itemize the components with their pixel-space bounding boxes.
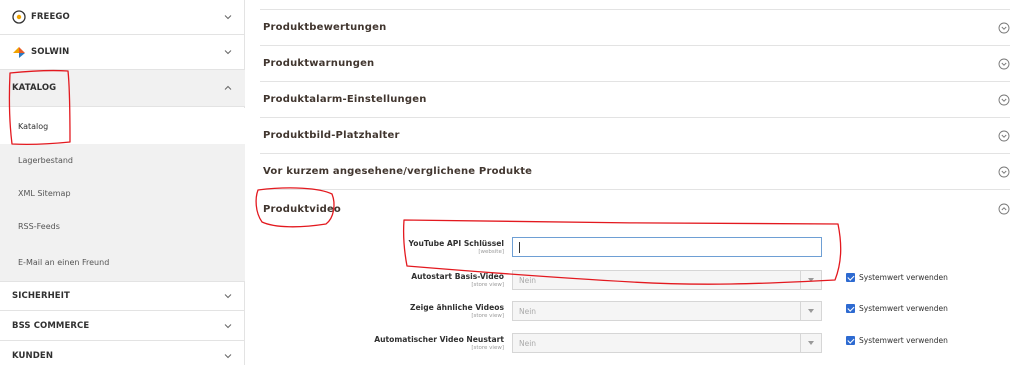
field-scope: [store view] [471,345,504,351]
sidebar-section-label: BSS COMMERCE [12,320,90,331]
sidebar-section-label: SOLWIN [31,47,70,57]
group-produktbewertungen[interactable]: Produktbewertungen [260,10,1010,46]
group-produktbild-platzhalter[interactable]: Produktbild-Platzhalter [260,118,1010,154]
field-label-text: Zeige ähnliche Videos [409,303,504,312]
field-automatischer-video-neustart: Automatischer Video Neustart [store view… [245,333,1024,363]
field-label-text: YouTube API Schlüssel [408,239,505,248]
collapse-circle-icon[interactable] [998,203,1010,215]
sidebar-section-label: KUNDEN [12,350,54,361]
use-system-value-checkbox[interactable]: Systemwert verwenden [846,304,948,313]
chevron-down-icon [224,294,232,299]
autostart-basis-video-select[interactable]: Nein [512,270,822,290]
sidebar-section-label: SICHERHEIT [12,291,70,301]
sidebar-section-freego[interactable]: FREEGO [0,0,245,35]
group-title: Produktvideo [263,203,341,215]
sidebar-section-freego-title: FREEGO [12,10,70,24]
chevron-down-icon [224,50,232,55]
group-produktwarnungen[interactable]: Produktwarnungen [260,46,1010,82]
sidebar-section-kunden[interactable]: KUNDEN [0,341,245,365]
sidebar-item-email-friend[interactable]: E-Mail an einen Freund [0,243,245,281]
field-label: Zeige ähnliche Videos [store view] [410,303,504,319]
select-divider [800,271,801,289]
automatischer-video-neustart-select[interactable]: Nein [512,333,822,353]
group-produktalarm-einstellungen[interactable]: Produktalarm-Einstellungen [260,82,1010,118]
select-divider [800,302,801,320]
chevron-down-icon [224,15,232,20]
sidebar-section-solwin[interactable]: SOLWIN [0,35,245,70]
expand-circle-icon[interactable] [998,94,1010,106]
chevron-down-icon [224,323,232,328]
freego-logo-icon [12,10,26,24]
field-scope: [store view] [471,313,504,319]
group-vor-kurzem-angesehene[interactable]: Vor kurzem angesehene/verglichene Produk… [260,154,1010,190]
chevron-down-icon [224,353,232,358]
select-divider [800,334,801,352]
group-title: Produktbild-Platzhalter [263,130,400,141]
sidebar-section-sicherheit[interactable]: SICHERHEIT [0,281,245,311]
admin-sidebar: FREEGO SOLWIN KATALOG Katalog Lagerbesta… [0,0,245,365]
sidebar-section-label: KATALOG [12,83,57,93]
expand-circle-icon[interactable] [998,130,1010,142]
checkbox-checked-icon[interactable] [846,273,855,282]
group-produktvideo[interactable]: Produktvideo [260,190,1010,228]
group-title: Vor kurzem angesehene/verglichene Produk… [263,166,533,177]
checkbox-label: Systemwert verwenden [859,336,948,345]
select-value: Nein [519,339,537,348]
checkbox-checked-icon[interactable] [846,304,855,313]
use-system-value-checkbox[interactable]: Systemwert verwenden [846,273,948,282]
expand-circle-icon[interactable] [998,22,1010,34]
checkbox-checked-icon[interactable] [846,336,855,345]
dropdown-arrow-icon [808,278,814,282]
text-caret [519,242,520,253]
field-label-text: Autostart Basis-Video [411,272,504,281]
solwin-logo-icon [13,47,25,58]
field-label: YouTube API Schlüssel [website] [409,239,505,255]
chevron-up-icon [224,85,232,90]
sidebar-item-xml-sitemap[interactable]: XML Sitemap [0,177,245,210]
field-scope: [store view] [471,282,504,288]
group-title: Produktwarnungen [263,58,375,69]
sidebar-section-katalog[interactable]: KATALOG [0,70,245,107]
checkbox-label: Systemwert verwenden [859,304,948,313]
dropdown-arrow-icon [808,309,814,313]
config-main-panel: Produktbewertungen Produktwarnungen Prod… [245,0,1024,365]
checkbox-label: Systemwert verwenden [859,273,948,282]
field-youtube-api-key: YouTube API Schlüssel [website] [245,237,1024,267]
field-label: Autostart Basis-Video [store view] [411,272,504,288]
expand-circle-icon[interactable] [998,58,1010,70]
field-autostart-basis-video: Autostart Basis-Video [store view] Nein … [245,270,1024,300]
select-value: Nein [519,307,537,316]
expand-circle-icon[interactable] [998,166,1010,178]
sidebar-section-bss-commerce[interactable]: BSS COMMERCE [0,311,245,341]
sidebar-item-lagerbestand[interactable]: Lagerbestand [0,144,245,177]
select-value: Nein [519,276,537,285]
group-title: Produktbewertungen [263,22,387,33]
sidebar-section-katalog-title: KATALOG [12,83,56,93]
field-label: Automatischer Video Neustart [store view… [374,335,504,351]
field-scope: [website] [478,249,504,255]
field-label-text: Automatischer Video Neustart [374,335,504,344]
group-title: Produktalarm-Einstellungen [263,94,427,105]
sidebar-section-label: FREEGO [31,12,70,22]
sidebar-section-solwin-title: SOLWIN [12,45,69,59]
sidebar-item-rss-feeds[interactable]: RSS-Feeds [0,210,245,243]
zeige-aehnliche-videos-select[interactable]: Nein [512,301,822,321]
youtube-api-key-input[interactable] [512,237,822,257]
field-zeige-aehnliche-videos: Zeige ähnliche Videos [store view] Nein … [245,301,1024,331]
sidebar-item-katalog[interactable]: Katalog [0,108,245,144]
dropdown-arrow-icon [808,341,814,345]
use-system-value-checkbox[interactable]: Systemwert verwenden [846,336,948,345]
